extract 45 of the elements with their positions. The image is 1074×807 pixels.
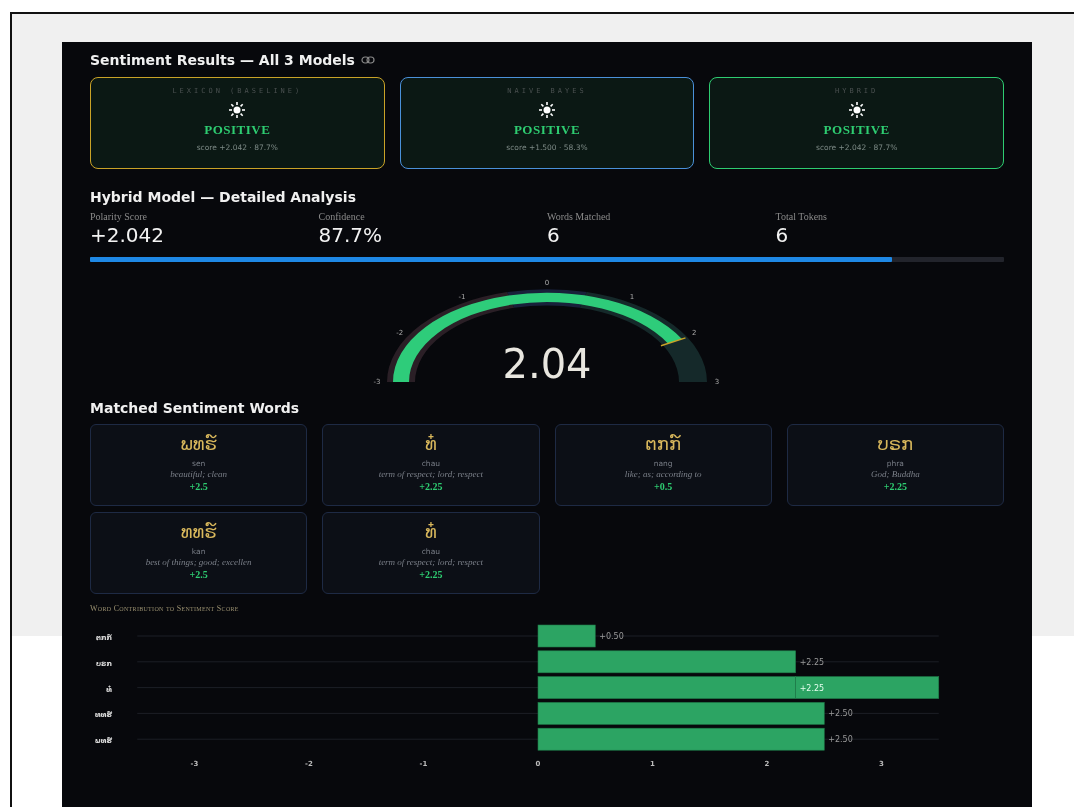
word: ບຣກ <box>877 433 914 455</box>
gauge-value: 2.04 <box>502 342 592 386</box>
metric-label: Polarity Score <box>90 211 148 222</box>
meaning: best of things; good; excellen <box>145 557 252 567</box>
value-label: +2.25 <box>799 657 825 667</box>
word-score: +2.5 <box>189 481 208 492</box>
section-title: Hybrid Model — Detailed Analysis <box>90 189 356 205</box>
metric-label: Confidence <box>318 211 366 222</box>
value-label: +2.50 <box>828 709 853 719</box>
word-score: +2.25 <box>883 481 907 492</box>
meaning: term of respect; lord; respect <box>378 557 484 567</box>
chart-title: Word Contribution to Sentiment Score <box>90 604 239 613</box>
word: ທທຮ໌ <box>180 521 217 543</box>
metric-value: 6 <box>775 223 789 247</box>
meaning: God; Buddha <box>871 469 920 479</box>
word: ຕກກ໌ <box>645 433 681 455</box>
sentiment-label: POSITIVE <box>823 122 890 138</box>
word: ທ໋ <box>424 433 437 455</box>
sun-icon <box>539 102 555 118</box>
sentiment-label: POSITIVE <box>513 122 581 138</box>
meaning: like; as; according to <box>624 469 702 479</box>
metric-label: Words Matched <box>547 211 612 222</box>
word: ທ໋ <box>424 521 437 543</box>
meaning: term of respect; lord; respect <box>378 469 484 479</box>
word-score: +2.25 <box>419 569 443 580</box>
sun-icon <box>229 102 246 118</box>
word-score: +2.5 <box>189 569 208 580</box>
bar <box>537 624 596 648</box>
section-title: Matched Sentiment Words <box>90 400 300 416</box>
metric-label: Total Tokens <box>775 211 828 222</box>
link-icon[interactable] <box>360 56 375 64</box>
sentiment-label: POSITIVE <box>204 122 271 138</box>
word-score: +2.25 <box>419 481 443 492</box>
metric-value: 6 <box>547 223 560 247</box>
sun-icon <box>848 102 865 118</box>
metric-value: 87.7% <box>318 223 383 247</box>
value-label: +2.25 <box>799 683 825 693</box>
word-score: +0.5 <box>654 481 673 492</box>
section-title: Sentiment Results — All 3 Models <box>90 52 355 68</box>
metric-value: +2.042 <box>90 223 164 247</box>
value-label: +0.50 <box>599 632 624 641</box>
value-label: +2.50 <box>828 735 853 745</box>
meaning: beautiful; clean <box>170 469 227 479</box>
threshold-line <box>660 337 687 347</box>
word: ພທຮ໌ <box>180 433 217 455</box>
